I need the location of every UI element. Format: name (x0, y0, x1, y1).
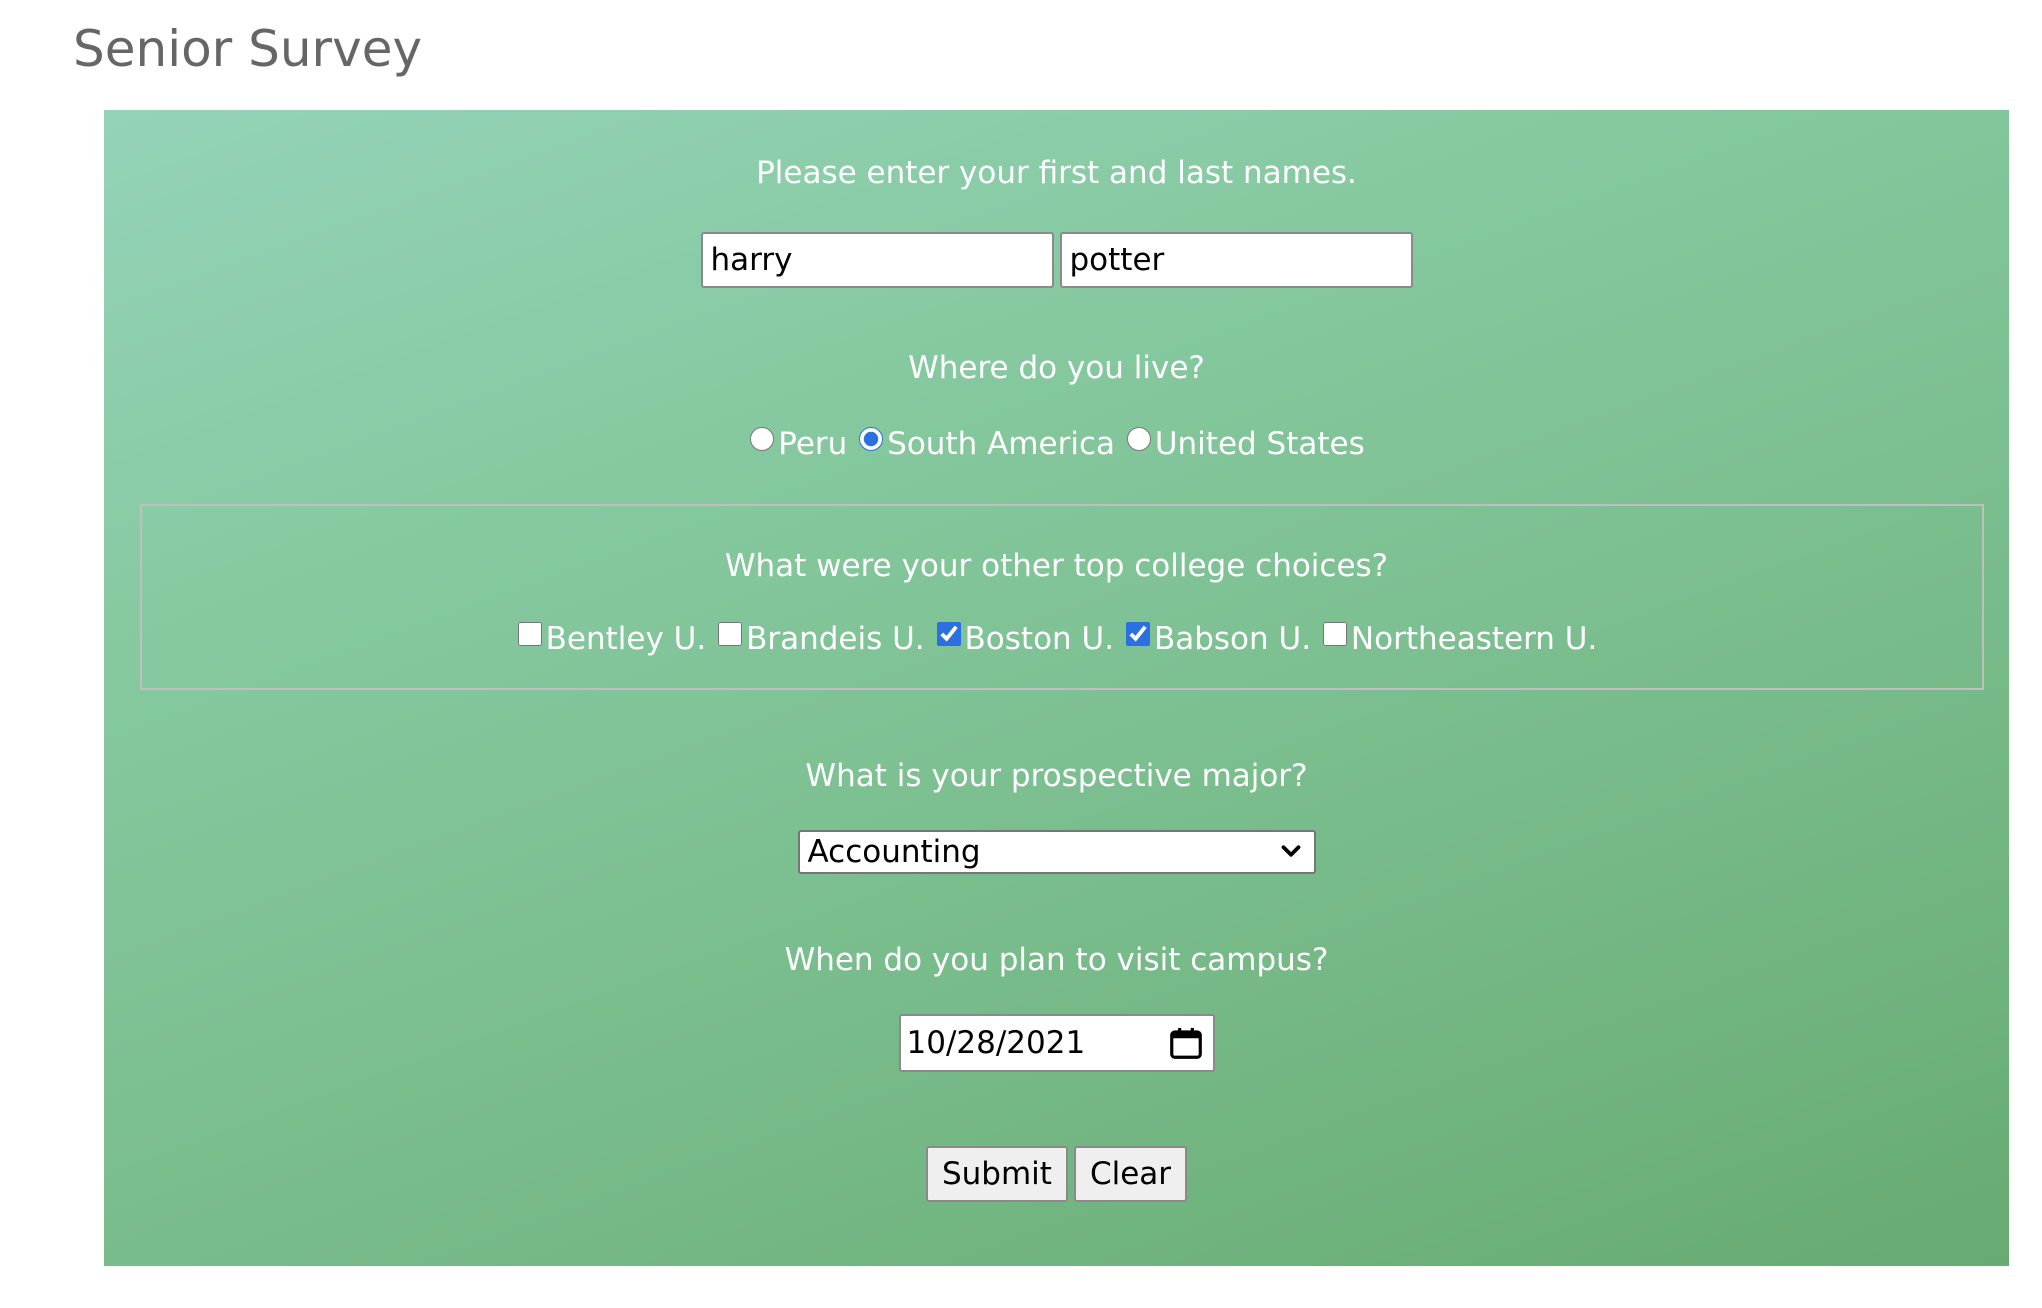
clear-button[interactable]: Clear (1073, 1146, 1188, 1202)
babson-checkbox[interactable] (1125, 622, 1150, 646)
page-title: Senior Survey (73, 20, 423, 78)
major-dropdown[interactable]: Accounting (799, 832, 1314, 872)
residence-question: Where do you live? (908, 350, 1205, 386)
college-option-boston[interactable]: Boston U. (935, 621, 1115, 657)
residence-options: Peru South America United States (104, 426, 2009, 462)
major-select[interactable]: Accounting (797, 830, 1316, 874)
peru-radio-label: Peru (778, 426, 848, 462)
visit-date-row (104, 1014, 2009, 1072)
name-inputs-row (104, 232, 2009, 288)
first-name-input[interactable] (700, 232, 1054, 288)
calendar-icon[interactable] (1167, 1024, 1205, 1062)
visit-date-input[interactable] (900, 1016, 1153, 1070)
last-name-input[interactable] (1059, 232, 1413, 288)
visit-date-field[interactable] (898, 1014, 1215, 1072)
college-option-babson[interactable]: Babson U. (1124, 621, 1311, 657)
college-option-northeastern[interactable]: Northeastern U. (1321, 621, 1597, 657)
bentley-checkbox-label: Bentley U. (545, 621, 707, 657)
northeastern-checkbox-label: Northeastern U. (1350, 621, 1598, 657)
brandeis-checkbox[interactable] (718, 622, 743, 646)
college-choices-fieldset (140, 504, 1984, 690)
brandeis-checkbox-label: Brandeis U. (746, 621, 925, 657)
residence-option-united-states[interactable]: United States (1125, 426, 1365, 462)
college-option-bentley[interactable]: Bentley U. (516, 621, 707, 657)
residence-option-south-america[interactable]: South America (857, 426, 1115, 462)
visit-question: When do you plan to visit campus? (784, 942, 1329, 978)
major-question: What is your prospective major? (805, 758, 1308, 794)
south-america-radio[interactable] (859, 427, 884, 451)
college-options: Bentley U. Brandeis U. Boston U. Babson … (104, 621, 2009, 657)
boston-checkbox[interactable] (936, 622, 961, 646)
united-states-radio-label: United States (1154, 426, 1365, 462)
college-option-brandeis[interactable]: Brandeis U. (716, 621, 925, 657)
babson-checkbox-label: Babson U. (1153, 621, 1312, 657)
northeastern-checkbox[interactable] (1322, 622, 1347, 646)
boston-checkbox-label: Boston U. (964, 621, 1115, 657)
united-states-radio[interactable] (1126, 427, 1151, 451)
survey-form-panel: Please enter your first and last names. … (104, 110, 2009, 1266)
form-buttons-row: Submit Clear (104, 1146, 2009, 1202)
submit-button[interactable]: Submit (925, 1146, 1068, 1202)
south-america-radio-label: South America (887, 426, 1115, 462)
residence-option-peru[interactable]: Peru (748, 426, 847, 462)
colleges-question: What were your other top college choices… (724, 548, 1389, 584)
name-question: Please enter your first and last names. (756, 155, 1357, 191)
peru-radio[interactable] (750, 427, 775, 451)
major-select-row: Accounting (104, 830, 2009, 874)
bentley-checkbox[interactable] (517, 622, 542, 646)
